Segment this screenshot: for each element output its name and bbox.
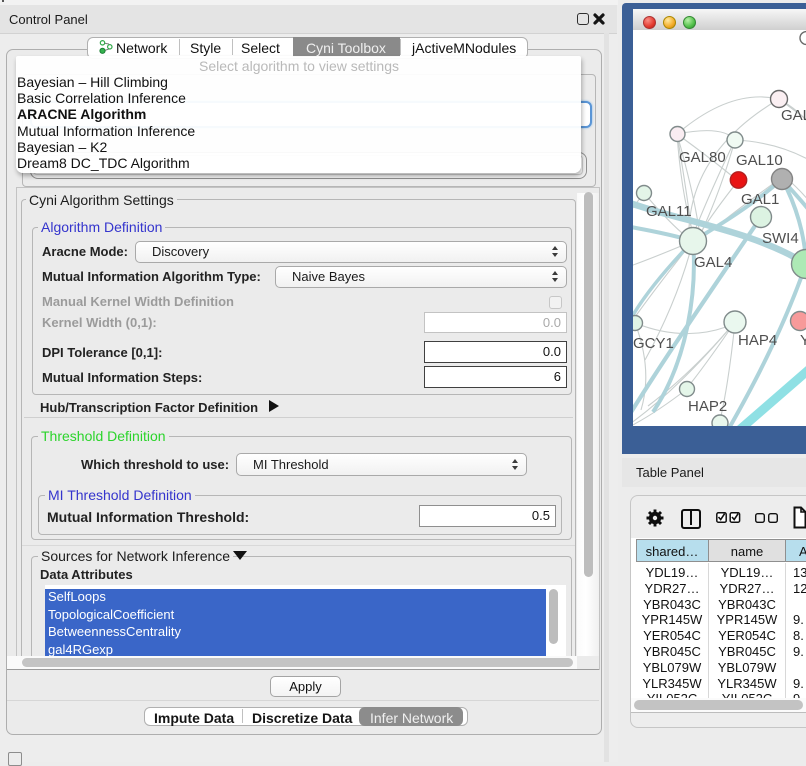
svg-text:SWI4: SWI4 <box>762 230 799 247</box>
svg-text:GAL1: GAL1 <box>741 191 779 208</box>
svg-text:GCY1: GCY1 <box>633 335 674 352</box>
svg-text:GAL2: GAL2 <box>781 107 806 124</box>
svg-text:GAL11: GAL11 <box>646 203 692 220</box>
svg-text:GAL4: GAL4 <box>694 254 732 271</box>
svg-text:HAP2: HAP2 <box>688 398 727 415</box>
svg-text:Y: Y <box>800 332 806 349</box>
svg-text:HAP4: HAP4 <box>738 332 777 349</box>
svg-text:GAL80: GAL80 <box>679 149 726 166</box>
svg-text:GAL10: GAL10 <box>736 152 783 169</box>
